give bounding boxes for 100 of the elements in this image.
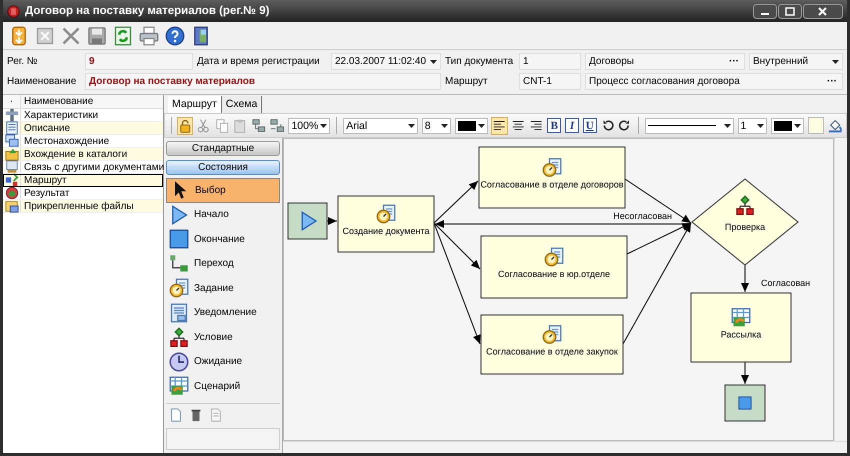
tab[interactable]: Схема [222, 96, 262, 113]
node-label: Рассылка [720, 330, 762, 340]
palette-group-button[interactable]: Состояния [166, 160, 280, 175]
start-node[interactable] [288, 202, 328, 240]
tree-icon[interactable] [252, 118, 266, 134]
refresh-icon[interactable] [113, 26, 133, 46]
dropdown-arrow-icon[interactable] [441, 124, 448, 128]
task-node[interactable] [478, 146, 626, 208]
underline-button[interactable]: U [582, 118, 597, 133]
color-swatch [458, 120, 476, 130]
tab[interactable]: Маршрут [168, 96, 222, 113]
scenario-node[interactable] [690, 292, 792, 362]
dropdown-arrow-icon[interactable] [757, 124, 764, 128]
sidebar-item[interactable]: Вхождение в каталоги [3, 148, 163, 161]
dropdown-arrow-icon[interactable] [832, 60, 839, 64]
fill-color-swatch[interactable] [808, 117, 824, 134]
node-label: Проверка [724, 222, 766, 232]
transfer-icon[interactable] [9, 26, 29, 46]
stop-icon [738, 396, 752, 410]
route-icon [4, 173, 18, 187]
palette-item[interactable]: Условие [166, 325, 280, 350]
field-label: Маршрут [445, 76, 489, 87]
undo-icon[interactable] [600, 118, 614, 133]
paint-bucket-icon[interactable] [828, 118, 842, 134]
registration-number-field[interactable]: 9 [85, 53, 193, 70]
dropdown-arrow-icon[interactable] [724, 124, 731, 128]
task-icon [543, 158, 561, 176]
task-node[interactable] [480, 314, 624, 374]
save-icon[interactable] [87, 26, 107, 46]
printer-icon[interactable] [139, 26, 159, 46]
node-label: Создание документа [342, 226, 430, 236]
zoom-dropdown[interactable]: 100% [288, 118, 330, 134]
font-size-dropdown[interactable]: 8 [422, 118, 452, 134]
date-field[interactable]: 22.03.2007 11:02:40 [331, 53, 441, 70]
route-code-field[interactable]: CNT-1 [519, 73, 581, 90]
description-field[interactable] [166, 428, 280, 450]
new-document-icon[interactable] [169, 408, 183, 422]
palette-group-button[interactable]: Стандартные [166, 141, 280, 156]
palette-item[interactable]: Уведомление [166, 300, 280, 325]
task-node[interactable] [338, 196, 434, 252]
edge-label: Согласован [761, 278, 810, 288]
node-label: Согласование в юр.отделе [498, 269, 610, 279]
name-field[interactable]: Договор на поставку материалов [85, 73, 441, 90]
scenario-icon [169, 376, 189, 396]
palette-item[interactable]: Задание [166, 276, 280, 300]
font-dropdown[interactable]: Arial [343, 118, 418, 134]
sidebar-item[interactable]: Маршрут [3, 174, 163, 187]
document-type-field[interactable]: Договоры ··· [585, 53, 745, 70]
task-node[interactable] [480, 236, 628, 298]
lock-icon[interactable] [178, 118, 192, 134]
cancel-icon[interactable] [35, 26, 55, 46]
line-style-dropdown[interactable] [644, 118, 734, 134]
column-header: · [8, 96, 14, 107]
maximize-button[interactable] [778, 4, 802, 18]
field-label: Дата и время регистрации [197, 56, 321, 67]
palette-item[interactable]: Переход [166, 252, 280, 276]
task-icon [169, 278, 189, 298]
route-field[interactable]: Процесс согласования договора ··· [585, 73, 843, 90]
align-left-icon[interactable] [492, 118, 507, 134]
folder-icon [4, 147, 18, 161]
trash-icon[interactable] [189, 408, 203, 422]
palette-item[interactable]: Ожидание [166, 350, 280, 374]
field-label: Рег. № [7, 56, 39, 67]
document-type-code-field[interactable]: 1 [519, 53, 581, 70]
text-color-dropdown[interactable] [455, 118, 488, 134]
scenario-icon [732, 308, 750, 326]
minimize-button[interactable] [753, 4, 777, 18]
sidebar-item[interactable]: Прикрепленные файлы [3, 200, 163, 213]
ball-icon [4, 186, 18, 200]
line-width-dropdown[interactable]: 1 [738, 118, 767, 134]
condition-icon [169, 327, 189, 348]
door-icon[interactable] [191, 26, 211, 46]
palette-item[interactable]: Окончание [166, 227, 280, 252]
bold-button[interactable]: B [547, 118, 562, 133]
connector-arrow [741, 264, 749, 292]
edge-label: Несогласован [613, 211, 672, 221]
browse-button[interactable]: ··· [825, 76, 839, 87]
help-icon[interactable] [165, 26, 185, 46]
dropdown-arrow-icon[interactable] [408, 124, 415, 128]
app-icon [7, 4, 20, 18]
scope-dropdown[interactable]: Внутренний [749, 53, 843, 70]
dropdown-arrow-icon[interactable] [430, 60, 437, 64]
dropdown-arrow-icon[interactable] [478, 124, 486, 128]
scissors-icon[interactable] [196, 118, 211, 134]
delete-icon[interactable] [61, 26, 81, 46]
tree-icon[interactable] [270, 118, 284, 134]
line-color-dropdown[interactable] [771, 118, 804, 134]
redo-icon[interactable] [618, 118, 632, 133]
sidebar-item[interactable]: Описание [3, 122, 163, 135]
italic-button[interactable]: I [565, 118, 579, 133]
close-button[interactable] [803, 4, 843, 18]
palette-item[interactable]: Начало [166, 202, 280, 227]
connector-arrow [326, 217, 338, 225]
condition-node[interactable] [691, 178, 799, 266]
browse-button[interactable]: ··· [727, 56, 741, 67]
line-style-sample [648, 125, 716, 126]
palette-item[interactable]: Сценарий [166, 374, 280, 398]
dropdown-arrow-icon[interactable] [320, 124, 328, 128]
dropdown-arrow-icon[interactable] [794, 124, 801, 128]
palette-item[interactable]: Выбор [166, 178, 280, 202]
